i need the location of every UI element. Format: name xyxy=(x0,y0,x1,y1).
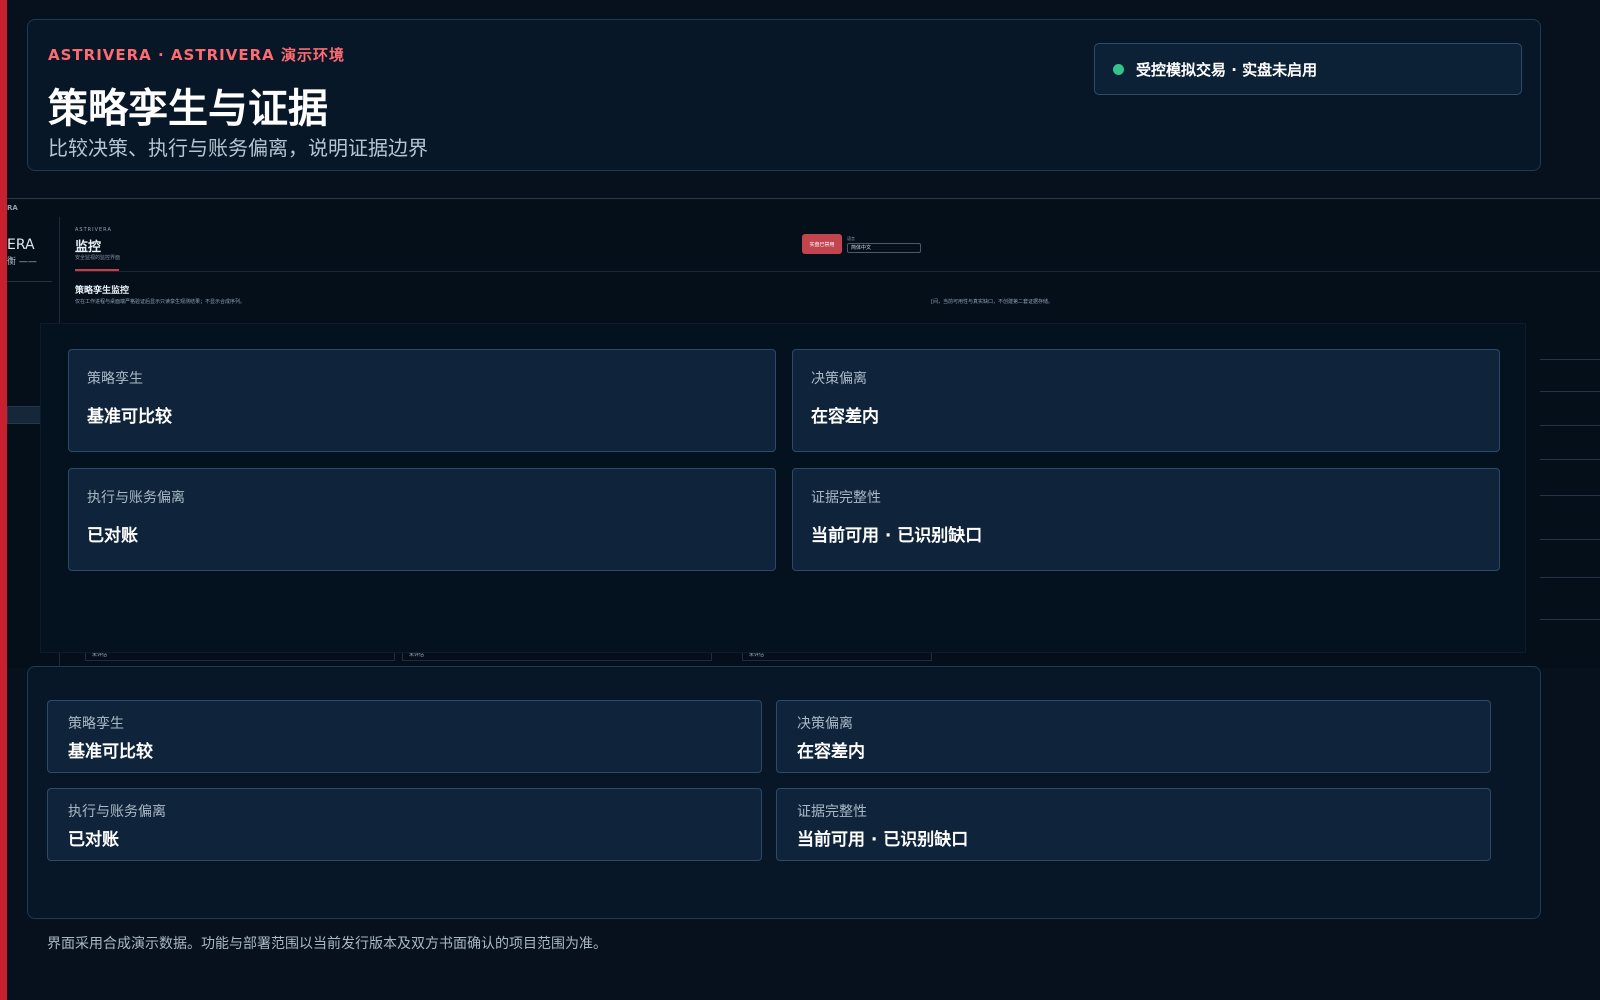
footer-disclaimer: 界面采用合成演示数据。功能与部署范围以当前发行版本及双方书面确认的项目范围为准。 xyxy=(47,936,607,952)
bg-row-divider xyxy=(1540,495,1600,496)
card-value: 在容差内 xyxy=(797,742,865,762)
status-card-decision-deviation: 决策偏离 在容差内 xyxy=(792,349,1500,452)
card-label: 证据完整性 xyxy=(797,804,867,820)
page-subtitle: 比较决策、执行与账务偏离，说明证据边界 xyxy=(48,136,428,160)
card-label: 执行与账务偏离 xyxy=(68,804,166,820)
bg-language-select[interactable]: 简体中文 xyxy=(847,243,921,253)
bg-corner-label: RA xyxy=(7,204,18,212)
environment-eyebrow: ASTRIVERA · ASTRIVERA 演示环境 xyxy=(48,46,345,64)
card-value: 基准可比较 xyxy=(87,407,172,427)
card-value: 在容差内 xyxy=(811,407,879,427)
status-card-execution-deviation: 执行与账务偏离 已对账 xyxy=(68,468,776,571)
accent-edge-bar xyxy=(0,0,7,1000)
bg-row-divider xyxy=(1540,459,1600,460)
bg-section-note-right: [间，当前可用性与真实缺口，不创建第二套证据存储。 xyxy=(931,299,1053,305)
bg-page-subtitle: 安全监视的监控界面 xyxy=(75,255,121,261)
bg-page-title: 监控 xyxy=(75,240,102,255)
card-label: 决策偏离 xyxy=(797,716,853,732)
bg-sidebar-item-active[interactable] xyxy=(7,406,41,424)
page-header: ASTRIVERA · ASTRIVERA 演示环境 策略孪生与证据 比较决策、… xyxy=(27,19,1541,171)
summary-card-decision-deviation: 决策偏离 在容差内 xyxy=(776,700,1491,773)
bg-language-label: 语言 xyxy=(847,236,855,241)
status-dot-icon xyxy=(1113,63,1124,75)
card-label: 策略孪生 xyxy=(87,371,143,387)
bg-eyebrow: ASTRIVERA xyxy=(75,227,112,233)
bg-row-divider xyxy=(1540,539,1600,540)
card-value: 已对账 xyxy=(68,830,119,850)
bg-sidebar-divider xyxy=(7,281,52,282)
card-value: 当前可用 · 已识别缺口 xyxy=(811,526,983,546)
bg-row-divider xyxy=(1540,359,1600,360)
page-title: 策略孪生与证据 xyxy=(48,86,328,132)
card-value: 当前可用 · 已识别缺口 xyxy=(797,830,969,850)
trading-status-text: 受控模拟交易 · 实盘未启用 xyxy=(1136,60,1318,79)
bg-brand-logo: ERA xyxy=(7,237,35,253)
status-card-strategy-twin: 策略孪生 基准可比较 xyxy=(68,349,776,452)
bg-section-title: 策略孪生监控 xyxy=(75,286,130,296)
card-label: 证据完整性 xyxy=(811,490,881,506)
summary-panel: 策略孪生 基准可比较 决策偏离 在容差内 执行与账务偏离 已对账 证据完整性 当… xyxy=(27,666,1541,919)
trading-status-badge: 受控模拟交易 · 实盘未启用 xyxy=(1094,43,1522,95)
card-value: 基准可比较 xyxy=(68,742,153,762)
card-label: 决策偏离 xyxy=(811,371,867,387)
summary-card-evidence-integrity: 证据完整性 当前可用 · 已识别缺口 xyxy=(776,788,1491,861)
bg-brand-sub: 衡 —— xyxy=(7,257,37,267)
card-label: 策略孪生 xyxy=(68,716,124,732)
status-card-evidence-integrity: 证据完整性 当前可用 · 已识别缺口 xyxy=(792,468,1500,571)
card-label: 执行与账务偏离 xyxy=(87,490,185,506)
summary-card-execution-deviation: 执行与账务偏离 已对账 xyxy=(47,788,762,861)
bg-row-divider xyxy=(1540,577,1600,578)
bg-row-divider xyxy=(1540,391,1600,392)
bg-section-note: 仅在工作进程与桌面端严格验证后显示只读孪生观测结果；不显示合成序列。 xyxy=(75,299,246,305)
bg-row-divider xyxy=(1540,425,1600,426)
card-value: 已对账 xyxy=(87,526,138,546)
bg-row-divider xyxy=(1540,619,1600,620)
bg-header-divider xyxy=(75,271,1600,272)
summary-card-strategy-twin: 策略孪生 基准可比较 xyxy=(47,700,762,773)
twin-status-overlay: 策略孪生 基准可比较 决策偏离 在容差内 执行与账务偏离 已对账 证据完整性 当… xyxy=(40,323,1526,653)
bg-live-disabled-button[interactable]: 实盘已禁用 xyxy=(802,234,842,254)
